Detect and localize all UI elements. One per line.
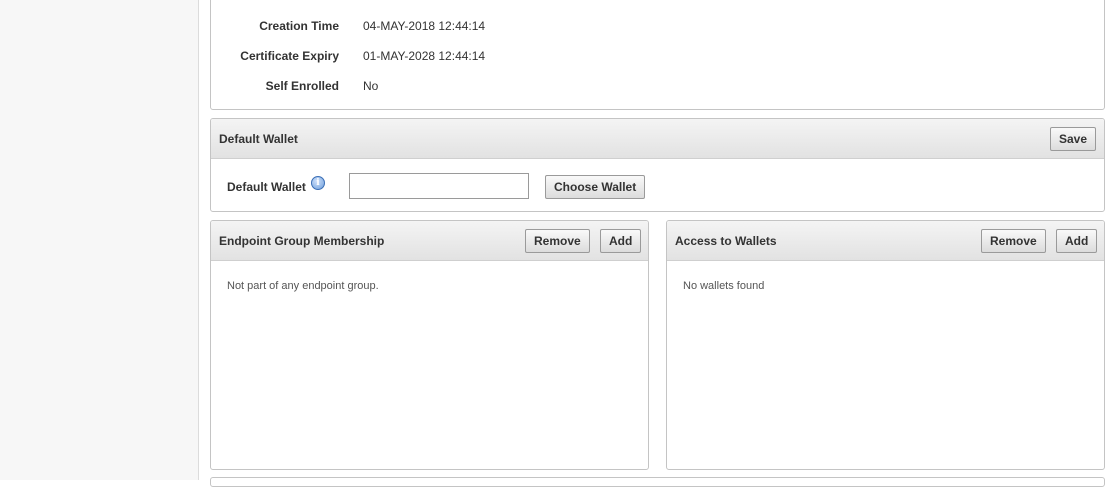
wallet-access-panel: Access to Wallets Remove Add No wallets … [666,220,1105,470]
endpoint-details-panel [210,0,1105,110]
default-wallet-panel: Default Wallet Save [210,118,1105,212]
wallet-access-empty-text: No wallets found [683,280,765,292]
wallet-access-header: Access to Wallets Remove Add [667,221,1104,261]
wallet-access-title: Access to Wallets [675,234,777,248]
choose-wallet-button[interactable]: Choose Wallet [545,175,646,199]
next-panel-edge [210,477,1105,487]
wallet-access-remove-button[interactable]: Remove [981,229,1046,253]
endpoint-group-header: Endpoint Group Membership Remove Add [211,221,648,261]
info-icon[interactable]: i [311,176,325,190]
self-enrolled-label: Self Enrolled [265,79,339,93]
left-navigation-pane [0,0,199,480]
endpoint-group-panel: Endpoint Group Membership Remove Add Not… [210,220,649,470]
default-wallet-input[interactable] [349,173,529,199]
endpoint-group-remove-button[interactable]: Remove [525,229,590,253]
endpoint-group-title: Endpoint Group Membership [219,234,385,248]
endpoint-group-add-button[interactable]: Add [600,229,642,253]
creation-time-label: Creation Time [259,19,339,33]
default-wallet-header: Default Wallet Save [211,119,1104,159]
default-wallet-field-label: Default Wallet [227,180,306,194]
creation-time-value: 04-MAY-2018 12:44:14 [363,19,486,33]
wallet-access-add-button[interactable]: Add [1056,229,1098,253]
endpoint-group-empty-text: Not part of any endpoint group. [227,280,379,292]
self-enrolled-value: No [363,79,379,93]
default-wallet-title: Default Wallet [219,132,298,146]
certificate-expiry-label: Certificate Expiry [240,49,339,63]
certificate-expiry-value: 01-MAY-2028 12:44:14 [363,49,486,63]
save-button[interactable]: Save [1050,127,1097,151]
